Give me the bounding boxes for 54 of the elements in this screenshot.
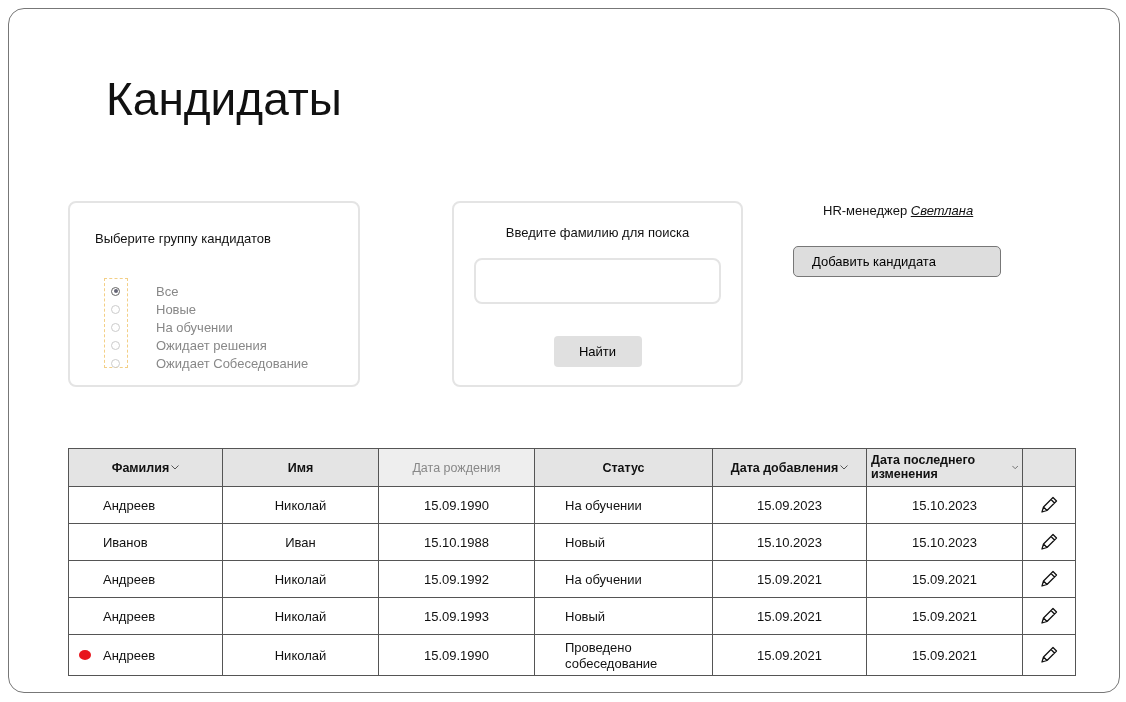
sort-caret-icon[interactable] [1011, 465, 1018, 470]
add-candidate-button[interactable]: Добавить кандидата [793, 246, 1001, 277]
radio-label: На обучении [156, 319, 233, 335]
table-cell: Андреев [103, 498, 156, 514]
user-name-link[interactable]: Светлана [910, 203, 974, 218]
table-cell: На обучении [565, 572, 642, 588]
table-cell: Андреев [103, 648, 156, 664]
column-header[interactable]: Статус [602, 460, 645, 475]
table-cell: Иванов [103, 535, 148, 551]
table-cell: 15.10.2023 [911, 498, 978, 514]
table-cell: 15.09.2023 [756, 498, 823, 514]
table-cell: 15.10.2023 [756, 535, 823, 551]
edit-pencil-icon[interactable] [1039, 606, 1059, 626]
radio-label: Новые [156, 301, 197, 317]
table-cell: Николай [274, 572, 327, 588]
table-cell: 15.10.2023 [911, 535, 978, 551]
table-cell: 15.09.2021 [756, 572, 823, 588]
column-header[interactable]: Фамилия [111, 460, 170, 475]
radio-label: Ожидает решения [156, 337, 267, 353]
table-cell: 15.09.2021 [911, 609, 978, 625]
sort-caret-icon[interactable] [171, 465, 180, 470]
column-header[interactable]: Имя [287, 460, 314, 475]
filter-label: Выберите группу кандидатов [95, 231, 272, 246]
table-cell: Николай [274, 648, 327, 664]
edit-pencil-icon[interactable] [1039, 495, 1059, 515]
table-cell: Николай [274, 498, 327, 514]
search-button[interactable]: Найти [553, 336, 642, 367]
page-title: Кандидаты [106, 72, 343, 127]
table-cell: 15.09.1992 [423, 572, 490, 588]
table-cell: 15.09.2021 [911, 648, 978, 664]
table-cell: Андреев [103, 572, 156, 588]
radio-label: Ожидает Собеседование [156, 355, 309, 371]
table-cell: На обучении [565, 498, 642, 514]
table-cell: 15.09.2021 [756, 609, 823, 625]
table-cell: 15.09.1990 [423, 648, 490, 664]
table-cell: 15.09.2021 [911, 572, 978, 588]
search-field[interactable] [474, 258, 721, 304]
table-cell: 15.09.1993 [423, 609, 490, 625]
table-cell: 15.09.1990 [423, 498, 490, 514]
edit-pencil-icon[interactable] [1039, 569, 1059, 589]
table-cell: Новый [565, 609, 606, 625]
edit-pencil-icon[interactable] [1039, 645, 1059, 665]
table-cell: Николай [274, 609, 327, 625]
sort-caret-icon[interactable] [840, 465, 849, 470]
user-role: HR-менеджер [823, 203, 908, 218]
edit-pencil-icon[interactable] [1039, 532, 1059, 552]
table-cell: Проведено собеседование [565, 640, 658, 672]
radio-label: Все [156, 283, 179, 299]
table-cell: Новый [565, 535, 606, 551]
search-label: Введите фамилию для поиска [505, 225, 690, 240]
table-cell: 15.10.1988 [423, 535, 490, 551]
table-cell: Иван [285, 535, 316, 551]
table-cell: 15.09.2021 [756, 648, 823, 664]
table-cell: Андреев [103, 609, 156, 625]
